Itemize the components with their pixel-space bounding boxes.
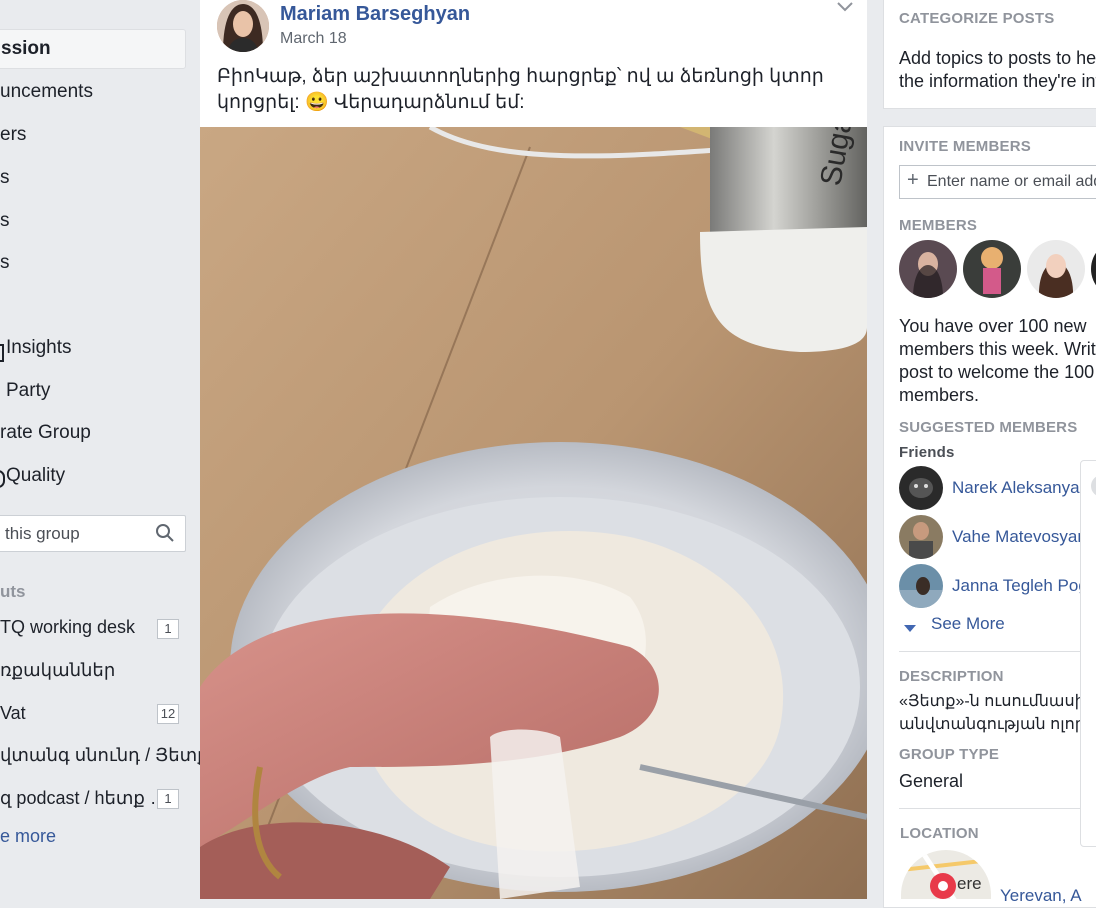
nav-item-files[interactable]: s <box>0 252 10 274</box>
shortcut-item[interactable]: TQ working desk <box>0 617 135 638</box>
members-text: post to welcome the 100 n <box>899 362 1096 382</box>
shortcut-item[interactable]: վտանգ սնունդ / Յետք <box>0 745 209 766</box>
quality-icon <box>0 470 5 488</box>
member-avatar[interactable] <box>963 240 1021 298</box>
group-type-value: General <box>899 771 964 791</box>
suggested-member-name[interactable]: Vahe Matevosyan <box>952 527 1087 547</box>
location-heading: LOCATION <box>900 825 979 842</box>
overlay-panel[interactable] <box>1080 460 1096 847</box>
nav-item-watch-party[interactable]: Party <box>6 380 50 402</box>
group-search-input[interactable]: this group <box>0 515 186 552</box>
post-text: ԲիոԿաթ, ձեր աշխատողներից հարցրեք՝ ով ա ձ… <box>217 66 824 113</box>
suggested-member-name[interactable]: Janna Tegleh Pog <box>952 576 1088 596</box>
plus-icon: + <box>907 169 919 191</box>
suggested-member-name[interactable]: Narek Aleksanyan <box>952 478 1089 498</box>
suggested-avatar[interactable] <box>899 515 943 559</box>
chevron-down-icon[interactable] <box>836 0 854 19</box>
post-date[interactable]: March 18 <box>280 30 347 48</box>
suggested-avatar[interactable] <box>899 564 943 608</box>
left-sidebar: ssion uncements ers s s s Insights Party… <box>0 0 209 899</box>
nav-item-insights[interactable]: Insights <box>6 337 71 359</box>
shortcut-badge: 1 <box>157 619 179 639</box>
friends-subheading: Friends <box>899 444 955 461</box>
suggested-avatar[interactable] <box>899 466 943 510</box>
insights-icon <box>0 344 4 362</box>
members-text: members. <box>899 385 980 405</box>
categorize-heading: CATEGORIZE POSTS <box>899 10 1055 27</box>
shortcut-badge: 12 <box>157 704 179 724</box>
group-type-heading: GROUP TYPE <box>899 746 1000 763</box>
author-avatar[interactable] <box>217 0 269 52</box>
members-heading: MEMBERS <box>899 217 978 234</box>
shortcut-item[interactable]: ռքականներ <box>0 660 115 681</box>
author-name-link[interactable]: Mariam Barseghyan <box>280 3 470 26</box>
description-text: «Յետք»-ն ուսումնասի <box>899 693 1085 710</box>
search-icon[interactable] <box>155 523 175 548</box>
shortcut-badge: 1 <box>157 789 179 809</box>
suggested-heading: SUGGESTED MEMBERS <box>899 419 1078 436</box>
nav-item-members[interactable]: ers <box>0 124 26 146</box>
members-text: members this week. Write <box>899 339 1096 359</box>
post-photo[interactable]: Sugar Po <box>200 127 867 899</box>
nav-item-announcements[interactable]: uncements <box>0 81 93 103</box>
nav-item-create-group[interactable]: rate Group <box>0 422 91 444</box>
divider <box>899 808 1096 809</box>
nav-item-discussion[interactable]: ssion <box>0 29 186 69</box>
member-avatar[interactable] <box>1027 240 1085 298</box>
nav-item-videos[interactable]: s <box>0 210 10 232</box>
shortcuts-heading: uts <box>0 582 26 601</box>
shortcut-item[interactable]: զ podcast / hետք … <box>0 788 168 809</box>
right-sidebar: CATEGORIZE POSTS Add topics to posts to … <box>867 0 1096 908</box>
members-text: You have over 100 new <box>899 316 1087 336</box>
nav-item-events[interactable]: s <box>0 167 10 189</box>
nav-item-quality[interactable]: Quality <box>6 465 65 487</box>
caret-down-icon <box>904 620 916 638</box>
post-card: Mariam Barseghyan March 18 ԲիոԿաթ, ձեր ա… <box>200 0 867 899</box>
categorize-text: the information they're inte <box>899 71 1096 91</box>
invite-members-input[interactable]: + Enter name or email addre <box>899 165 1096 199</box>
location-link[interactable]: Yerevan, A <box>1000 886 1082 906</box>
see-more-shortcuts-link[interactable]: e more <box>0 826 56 847</box>
description-heading: DESCRIPTION <box>899 668 1004 685</box>
invite-heading: INVITE MEMBERS <box>899 138 1031 155</box>
categorize-text: Add topics to posts to help <box>899 48 1096 68</box>
see-more-members-link[interactable]: See More <box>931 614 1005 634</box>
shortcut-item[interactable]: Vat <box>0 703 26 724</box>
member-avatar[interactable] <box>899 240 957 298</box>
avatar <box>1091 475 1096 497</box>
description-text: անվտանգության ոլորւ <box>899 716 1092 733</box>
divider <box>899 651 1096 652</box>
